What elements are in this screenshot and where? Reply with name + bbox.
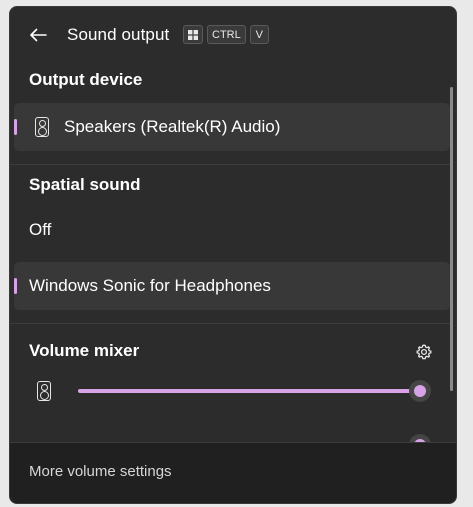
v-key: V <box>249 25 269 44</box>
speaker-icon <box>37 381 51 401</box>
page-title: Sound output <box>67 25 170 44</box>
windows-key <box>183 25 203 44</box>
volume-mixer-settings-button[interactable] <box>413 341 435 363</box>
keyboard-shortcut: CTRL V <box>183 25 269 44</box>
speaker-icon <box>35 117 49 137</box>
output-device-heading: Output device <box>29 70 143 89</box>
section-divider <box>10 164 450 165</box>
scrollbar[interactable] <box>450 87 453 391</box>
more-volume-settings-link[interactable]: More volume settings <box>29 463 172 480</box>
spatial-sound-heading: Spatial sound <box>29 175 141 194</box>
output-device-label: Speakers (Realtek(R) Audio) <box>64 117 281 136</box>
back-button[interactable] <box>26 23 50 47</box>
arrow-left-icon <box>30 28 47 42</box>
section-divider <box>10 323 450 324</box>
volume-mixer-heading: Volume mixer <box>29 341 140 360</box>
spatial-sound-off-label: Off <box>29 220 52 239</box>
selection-indicator <box>14 278 17 294</box>
flyout-footer: More volume settings <box>10 442 456 503</box>
selection-indicator <box>14 119 17 135</box>
master-volume-slider[interactable] <box>78 380 431 402</box>
gear-icon <box>416 344 432 360</box>
output-device-item-speakers[interactable]: Speakers (Realtek(R) Audio) <box>14 103 450 151</box>
spatial-sound-sonic-label: Windows Sonic for Headphones <box>29 276 271 295</box>
spatial-sound-item-off[interactable]: Off <box>14 206 450 254</box>
windows-logo-icon <box>188 29 198 40</box>
spatial-sound-item-windows-sonic[interactable]: Windows Sonic for Headphones <box>14 262 450 310</box>
ctrl-key: CTRL <box>207 25 246 44</box>
slider-thumb[interactable] <box>409 380 431 402</box>
sound-output-flyout: Sound output CTRL V Output device Speake… <box>9 6 457 504</box>
flyout-header: Sound output CTRL V <box>10 7 456 65</box>
